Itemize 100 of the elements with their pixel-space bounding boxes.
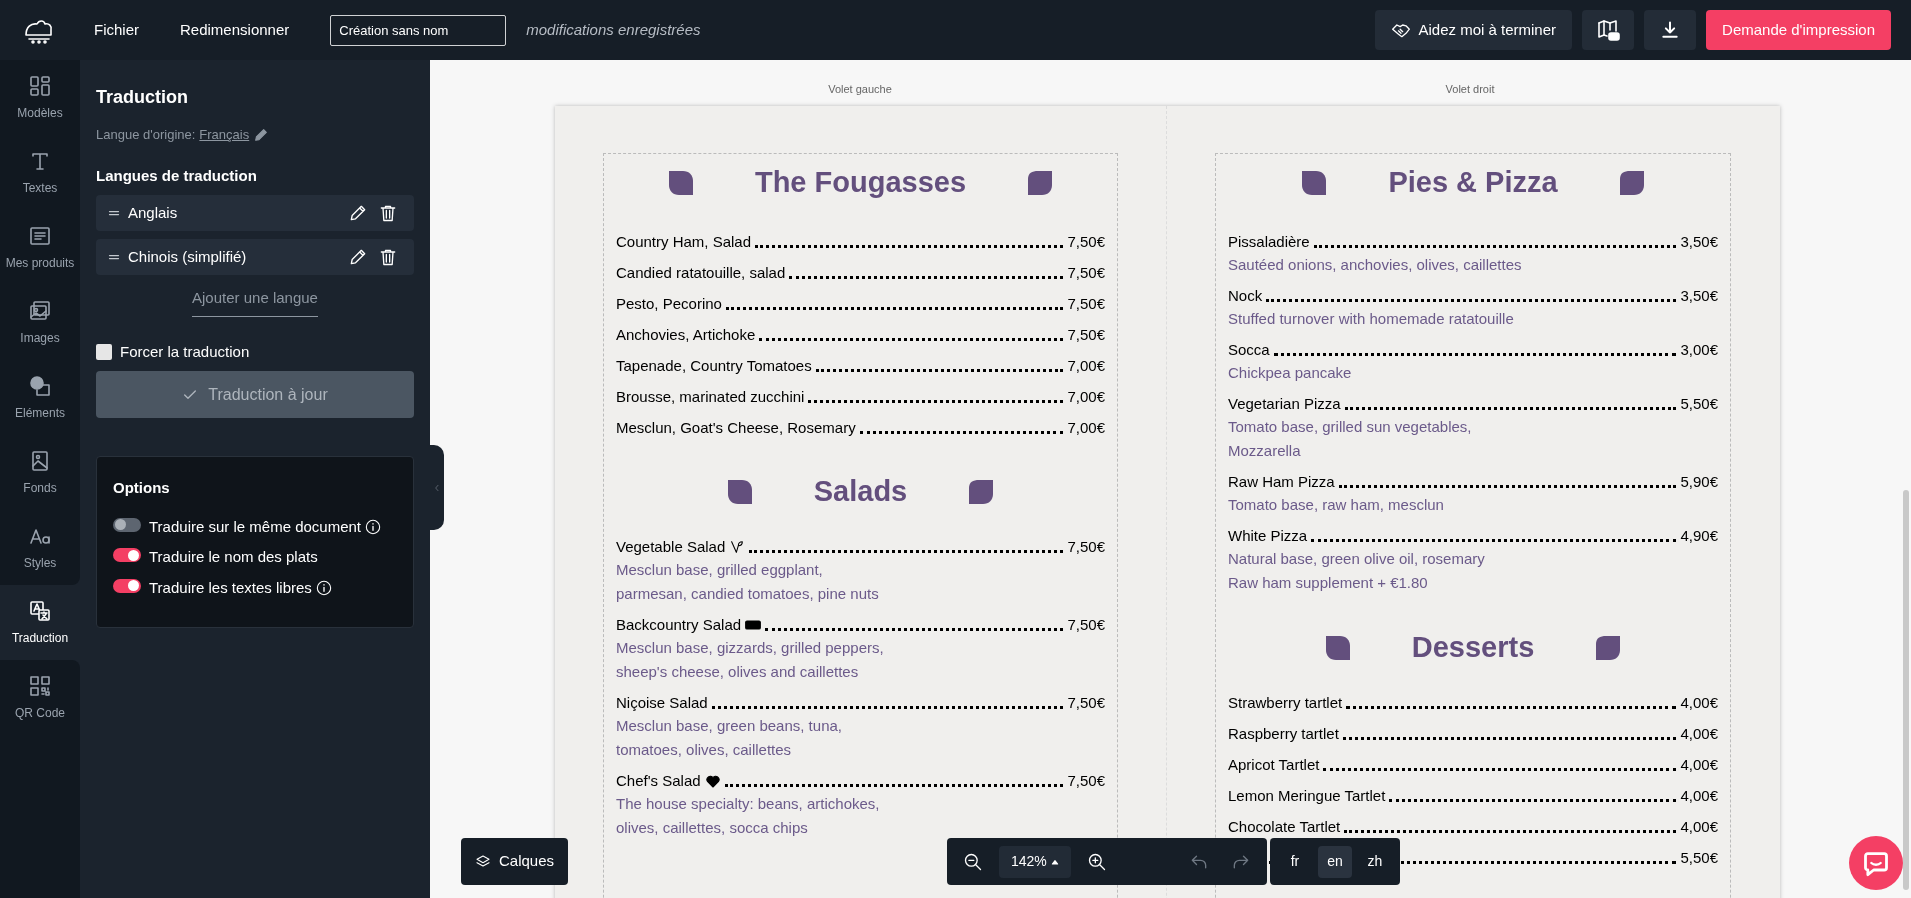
dish-description: Chickpea pancake — [1228, 363, 1353, 383]
dish-name: Brousse, marinated zucchini — [616, 386, 805, 407]
language-tab[interactable]: zh — [1358, 845, 1392, 878]
dish-name: Strawberry tartlet — [1228, 692, 1343, 713]
dish-description: olives, caillettes, socca chips — [616, 818, 809, 838]
toggle-switch[interactable] — [113, 578, 141, 593]
dish-name: Raw Ham Pizza — [1228, 471, 1335, 492]
rail-tab[interactable]: Images — [0, 285, 80, 360]
trash-icon — [378, 247, 398, 267]
dish-price: 7,00€ — [1067, 355, 1105, 376]
translate-icon — [28, 598, 52, 623]
dish-description: Mesclun base, grilled eggplant, — [616, 560, 824, 580]
checkbox-label: Forcer la traduction — [120, 341, 250, 362]
menu-item[interactable]: Fichier — [94, 18, 139, 42]
download-icon — [1660, 20, 1681, 40]
3d-view-button[interactable] — [1582, 10, 1635, 50]
layers-button[interactable]: Calques — [461, 838, 569, 885]
dish-price: 7,50€ — [1067, 614, 1105, 635]
dish-price: 7,00€ — [1067, 417, 1105, 438]
pencil-icon — [253, 126, 270, 143]
qr-code-icon — [28, 673, 52, 698]
dish-name: Lemon Meringue Tartlet — [1228, 785, 1386, 806]
scrollbar[interactable] — [1903, 490, 1909, 890]
dish-description: Mozzarella — [1228, 441, 1302, 461]
dish-name: Chocolate Tartlet — [1228, 816, 1341, 837]
dish-description: Stuffed turnover with homemade ratatouille — [1228, 309, 1515, 329]
section-title: The Fougasses — [754, 165, 967, 201]
dish-description: Mesclun base, green beans, tuna, — [616, 716, 843, 736]
dish-name: Pissaladière — [1228, 231, 1310, 252]
dish-price: 4,00€ — [1680, 692, 1718, 713]
checkbox[interactable] — [96, 343, 112, 360]
dish-price: 5,50€ — [1680, 847, 1718, 868]
pane-label: Volet gauche — [828, 81, 892, 97]
dish-description: sheep's cheese, olives and caillettes — [616, 662, 860, 682]
toggle-switch[interactable] — [113, 548, 141, 562]
dish-price: 7,50€ — [1067, 692, 1105, 713]
chat-button[interactable] — [1849, 836, 1903, 890]
zoom-level-dropdown[interactable]: 142% — [999, 845, 1071, 878]
dish-price: 7,50€ — [1067, 262, 1105, 283]
language-row[interactable]: Chinois (simplifié) — [96, 239, 414, 275]
add-language-link[interactable]: Ajouter une langue — [192, 287, 318, 317]
rail-tab[interactable]: Styles — [0, 510, 80, 585]
rail-tab[interactable]: Eléments — [0, 360, 80, 435]
toggle-label: Traduire sur le même document — [149, 516, 362, 537]
language-name: Anglais — [128, 202, 179, 223]
leaf-icon — [1323, 634, 1352, 662]
dish-price: 7,50€ — [1067, 536, 1105, 557]
leaf-icon — [967, 478, 996, 506]
dish-price: 4,00€ — [1680, 785, 1718, 806]
chat-bubble-icon — [1862, 849, 1890, 877]
shapes-icon — [28, 373, 52, 398]
leaf-icon — [1617, 169, 1646, 197]
dish-price: 7,50€ — [1067, 231, 1105, 252]
pencil-icon — [348, 247, 368, 267]
dish-price: 5,50€ — [1680, 393, 1718, 414]
leaf-icon — [1300, 169, 1329, 197]
toggle-label: Traduire les textes libres — [149, 577, 312, 598]
toggle-switch[interactable] — [113, 517, 141, 532]
menu-item[interactable]: Redimensionner — [180, 18, 290, 42]
print-request-button[interactable]: Demande d'impression — [1706, 10, 1891, 50]
dish-price: 3,50€ — [1680, 285, 1718, 306]
dish-price: 5,90€ — [1680, 471, 1718, 492]
rail-tab[interactable]: Fonds — [0, 435, 80, 510]
help-button[interactable]: Aidez moi à terminer — [1374, 10, 1573, 50]
dish-price: 7,00€ — [1067, 386, 1105, 407]
section-title: Pies & Pizza — [1388, 165, 1558, 201]
translation-status-button[interactable]: Traduction à jour — [96, 371, 414, 418]
language-row[interactable]: Anglais — [96, 195, 414, 231]
trash-icon — [378, 203, 398, 223]
section-title: Salads — [813, 474, 908, 510]
language-tab[interactable]: en — [1318, 845, 1352, 878]
options-title: Options — [113, 478, 171, 498]
dish-price: 3,00€ — [1680, 339, 1718, 360]
rail-tab[interactable]: Mes produits — [0, 210, 80, 285]
dish-price: 4,90€ — [1680, 525, 1718, 546]
download-button[interactable] — [1644, 10, 1697, 50]
collapse-handle[interactable] — [430, 445, 444, 530]
dish-name: Chef's Salad — [616, 770, 701, 791]
origin-language-link[interactable]: Français — [199, 125, 250, 145]
dish-name: Pesto, Pecorino — [616, 293, 722, 314]
panel-title: Traduction — [96, 86, 189, 109]
dish-description: Sautéed onions, anchovies, olives, caillettes — [1228, 255, 1523, 275]
dish-name: Tapenade, Country Tomatoes — [616, 355, 812, 376]
dish-name: Raspberry tartlet — [1228, 723, 1339, 744]
section-title: Desserts — [1411, 630, 1535, 666]
dish-name: Mesclun, Goat's Cheese, Rosemary — [616, 417, 856, 438]
pencil-icon — [348, 203, 368, 223]
dish-description: parmesan, candied tomatoes, pine nuts — [616, 584, 880, 604]
dish-description: The house specialty: beans, artichokes, — [616, 794, 881, 814]
dish-name: Anchovies, Artichoke — [616, 324, 756, 345]
dish-description: Natural base, green olive oil, rosemary — [1228, 549, 1486, 569]
heart-icon — [704, 773, 721, 789]
pane-label: Volet droit — [1445, 81, 1495, 97]
rail-tab[interactable]: Textes — [0, 135, 80, 210]
section-heading: Langues de traduction — [96, 165, 258, 186]
document-name-field[interactable]: Création sans nom — [330, 14, 507, 46]
dish-name: Vegetable Salad — [616, 536, 726, 557]
rail-tab[interactable]: Modèles — [0, 60, 80, 135]
language-tab[interactable]: fr — [1278, 845, 1312, 878]
dish-name: Nock — [1228, 285, 1263, 306]
